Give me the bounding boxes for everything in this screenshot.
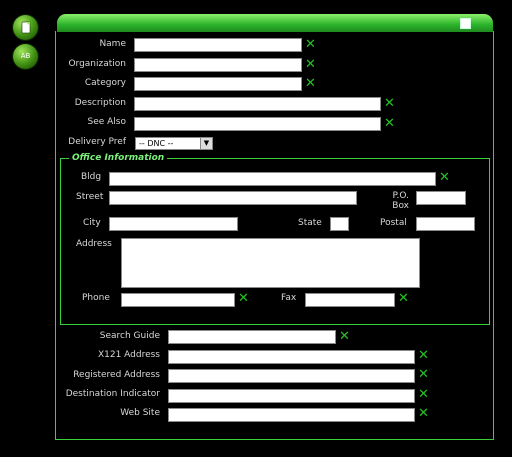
bldg-label: Bldg — [81, 172, 102, 182]
clear-phone-icon[interactable]: ✕ — [238, 292, 249, 305]
phone-field[interactable] — [121, 293, 235, 307]
phone-label: Phone — [82, 293, 110, 303]
fax-label: Fax — [281, 293, 297, 303]
delivery-pref-value: -- DNC -- — [139, 139, 174, 148]
city-field[interactable] — [109, 217, 238, 231]
state-label: State — [298, 218, 322, 228]
web-site-field[interactable] — [168, 408, 415, 422]
delivery-pref-label: Delivery Pref — [68, 137, 126, 147]
organization-label: Organization — [68, 59, 126, 69]
registered-address-label: Registered Address — [73, 370, 160, 380]
delivery-pref-select[interactable]: -- DNC -- ▼ — [135, 137, 213, 150]
clear-web-site-icon[interactable]: ✕ — [418, 407, 429, 420]
clear-search-guide-icon[interactable]: ✕ — [339, 330, 350, 343]
name-label: Name — [99, 39, 126, 49]
address-label: Address — [76, 239, 112, 249]
clear-see-also-icon[interactable]: ✕ — [384, 117, 395, 130]
clear-category-icon[interactable]: ✕ — [305, 77, 316, 90]
name-field[interactable] — [134, 38, 302, 52]
x121-address-label: X121 Address — [97, 350, 160, 360]
organization-field[interactable] — [134, 58, 302, 72]
category-field[interactable] — [134, 77, 302, 91]
postal-label: Postal — [380, 218, 407, 228]
x121-address-field[interactable] — [168, 350, 415, 364]
clear-name-icon[interactable]: ✕ — [305, 38, 316, 51]
street-label: Street — [76, 192, 104, 202]
see-also-field[interactable] — [134, 117, 381, 131]
address-textarea[interactable] — [121, 238, 420, 288]
sidebar-button-bottom[interactable]: AB — [13, 44, 38, 69]
description-label: Description — [74, 98, 126, 108]
street-field[interactable] — [109, 191, 357, 205]
document-icon — [21, 21, 30, 34]
po-box-field[interactable] — [416, 191, 466, 205]
po-box-label: P.O. Box — [392, 191, 409, 211]
state-field[interactable] — [330, 217, 349, 231]
registered-address-field[interactable] — [168, 369, 415, 383]
sidebar-button-top[interactable] — [13, 15, 38, 40]
clear-bldg-icon[interactable]: ✕ — [439, 171, 450, 184]
destination-indicator-label: Destination Indicator — [65, 389, 160, 399]
search-guide-label: Search Guide — [99, 331, 160, 341]
bldg-field[interactable] — [109, 172, 436, 186]
clear-destination-indicator-icon[interactable]: ✕ — [418, 388, 429, 401]
office-information-legend: Office Information — [72, 153, 165, 163]
description-field[interactable] — [134, 97, 381, 111]
sidebar-button-bottom-label: AB — [20, 52, 31, 60]
category-label: Category — [84, 78, 126, 88]
clear-organization-icon[interactable]: ✕ — [305, 58, 316, 71]
clear-fax-icon[interactable]: ✕ — [398, 292, 409, 305]
search-guide-field[interactable] — [168, 330, 336, 344]
fax-field[interactable] — [305, 293, 395, 307]
web-site-label: Web Site — [120, 408, 160, 418]
window-title-bar — [57, 14, 493, 32]
city-label: City — [83, 218, 101, 228]
clear-registered-address-icon[interactable]: ✕ — [418, 368, 429, 381]
postal-field[interactable] — [416, 217, 475, 231]
see-also-label: See Also — [87, 117, 126, 127]
window-maximize-icon[interactable] — [460, 18, 471, 29]
clear-description-icon[interactable]: ✕ — [384, 97, 395, 110]
chevron-down-icon[interactable]: ▼ — [200, 138, 212, 149]
clear-x121-address-icon[interactable]: ✕ — [418, 349, 429, 362]
destination-indicator-field[interactable] — [168, 389, 415, 403]
